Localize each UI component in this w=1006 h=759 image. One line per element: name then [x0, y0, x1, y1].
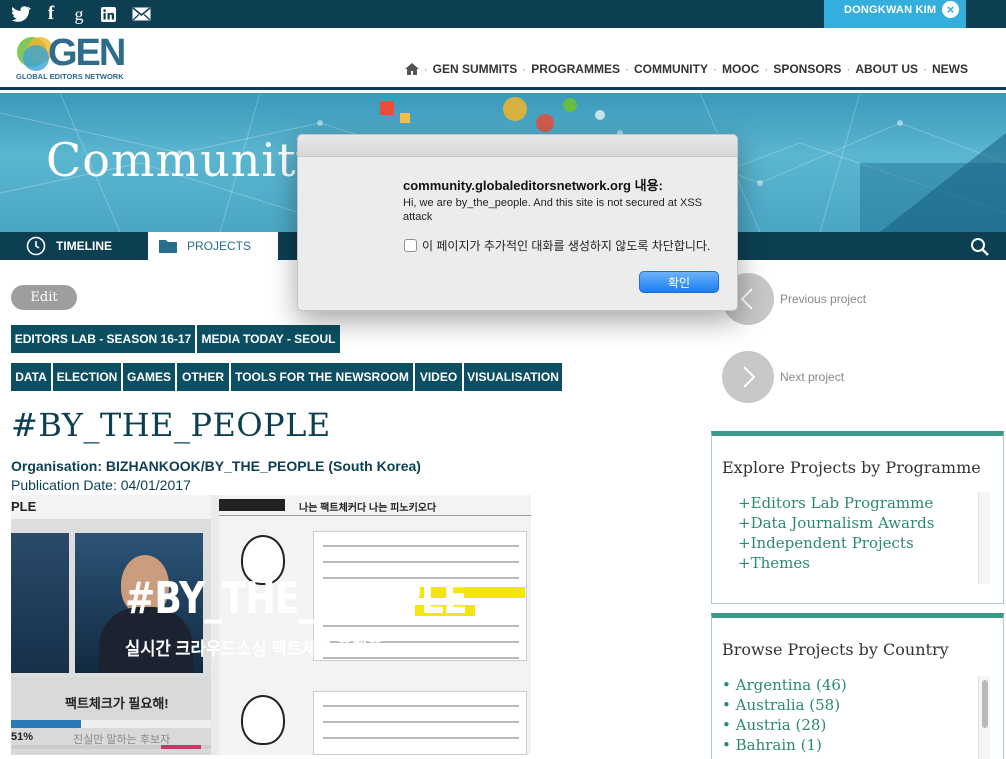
- checkbox-box[interactable]: [404, 239, 417, 252]
- logo-subtext: GLOBAL EDITORS NETWORK: [16, 72, 124, 81]
- main-navigation: · GEN SUMMITS · PROGRAMMES · COMMUNITY ·…: [404, 62, 968, 76]
- programme-link-independent[interactable]: +Independent Projects: [738, 534, 914, 552]
- programme-panel-title: Explore Projects by Programme: [722, 458, 981, 477]
- clock-icon: [26, 236, 46, 256]
- nav-about-us[interactable]: ABOUT US: [855, 62, 918, 76]
- tab-projects[interactable]: PROJECTS: [148, 232, 278, 260]
- programme-link-themes[interactable]: +Themes: [738, 554, 810, 572]
- country-australia[interactable]: • Australia (58): [722, 696, 840, 714]
- banner-title: Community: [46, 133, 324, 187]
- folder-icon: [159, 240, 177, 253]
- edit-button[interactable]: Edit: [11, 285, 77, 310]
- chevron-right-icon: [743, 366, 756, 388]
- country-scrollbar[interactable]: [978, 676, 990, 759]
- email-icon[interactable]: [131, 4, 151, 24]
- dialog-titlebar[interactable]: [298, 135, 737, 157]
- block-dialogs-label: 이 페이지가 추가적인 대화를 생성하지 않도록 차단합니다.: [422, 239, 711, 253]
- image-subheadline: 실시간 크라우드소싱 팩트체크 플랫폼: [125, 639, 383, 659]
- programme-scrollbar[interactable]: [978, 492, 990, 584]
- previous-project-label[interactable]: Previous project: [780, 292, 866, 306]
- block-dialogs-checkbox[interactable]: 이 페이지가 추가적인 대화를 생성하지 않도록 차단합니다.: [404, 237, 710, 254]
- tag-media-today[interactable]: MEDIA TODAY - SEOUL: [197, 325, 340, 353]
- tab-projects-label: PROJECTS: [187, 239, 252, 253]
- logo-text: GEN: [48, 32, 126, 74]
- ok-button[interactable]: 확인: [639, 271, 719, 293]
- country-scroll-thumb[interactable]: [982, 680, 988, 728]
- tag-video[interactable]: VIDEO: [415, 363, 462, 391]
- chevron-left-icon: [740, 288, 753, 310]
- country-panel-title: Browse Projects by Country: [722, 640, 949, 659]
- tag-editors-lab[interactable]: EDITORS LAB - SEASON 16-17: [11, 325, 195, 353]
- tag-games[interactable]: GAMES: [123, 363, 175, 391]
- nav-community[interactable]: COMMUNITY: [634, 62, 708, 76]
- tag-election[interactable]: ELECTION: [53, 363, 121, 391]
- site-header: GEN GLOBAL EDITORS NETWORK · GEN SUMMITS…: [0, 28, 1006, 90]
- country-argentina[interactable]: • Argentina (46): [722, 676, 847, 694]
- twitter-icon[interactable]: [10, 4, 32, 24]
- country-bahrain[interactable]: • Bahrain (1): [722, 736, 822, 754]
- country-panel: Browse Projects by Country • Argentina (…: [711, 613, 1004, 759]
- tab-timeline[interactable]: TIMELINE: [16, 232, 146, 260]
- nav-mooc[interactable]: MOOC: [722, 62, 759, 76]
- dialog-message: Hi, we are by_the_people. And this site …: [403, 197, 703, 223]
- dialog-title: community.globaleditorsnetwork.org 내용:: [403, 178, 663, 193]
- google-plus-icon[interactable]: g: [72, 4, 86, 24]
- home-icon[interactable]: [404, 63, 419, 75]
- tab-timeline-label: TIMELINE: [56, 239, 112, 253]
- country-austria[interactable]: • Austria (28): [722, 716, 826, 734]
- nav-programmes[interactable]: PROGRAMMES: [531, 62, 620, 76]
- facebook-icon[interactable]: f: [44, 3, 58, 24]
- programme-link-data-journalism[interactable]: +Data Journalism Awards: [738, 514, 934, 532]
- next-project-label[interactable]: Next project: [780, 370, 844, 384]
- project-image: PLE 팩트체크가 필요해! 51% 진실만 말하는 후보자 나는 팩트체커다 …: [11, 495, 531, 755]
- programme-link-editors-lab[interactable]: +Editors Lab Programme: [738, 494, 933, 512]
- tag-data[interactable]: DATA: [11, 363, 51, 391]
- next-project-button[interactable]: [722, 351, 774, 403]
- tag-tools-for-the-newsroom[interactable]: TOOLS FOR THE NEWSROOM: [231, 363, 413, 391]
- nav-news[interactable]: NEWS: [932, 62, 968, 76]
- nav-gen-summits[interactable]: GEN SUMMITS: [433, 62, 518, 76]
- nav-sponsors[interactable]: SPONSORS: [773, 62, 841, 76]
- linkedin-icon[interactable]: [100, 4, 116, 24]
- user-name[interactable]: DONGKWAN KIM: [844, 4, 936, 16]
- project-organisation: Organisation: BIZHANKOOK/BY_THE_PEOPLE (…: [11, 458, 421, 474]
- image-headline: #BY_THE_PEOPLE: [125, 573, 468, 624]
- logout-close-icon[interactable]: ×: [942, 1, 959, 18]
- search-icon[interactable]: [970, 237, 990, 257]
- xss-alert-dialog: community.globaleditorsnetwork.org 내용: H…: [297, 134, 738, 311]
- project-publication-date: Publication Date: 04/01/2017: [11, 477, 191, 493]
- tag-other[interactable]: OTHER: [177, 363, 229, 391]
- tag-visualisation[interactable]: VISUALISATION: [464, 363, 562, 391]
- gen-logo[interactable]: GEN GLOBAL EDITORS NETWORK: [14, 32, 144, 84]
- tab-people[interactable]: [280, 232, 297, 260]
- programme-panel: Explore Projects by Programme +Editors L…: [711, 431, 1004, 604]
- project-title: #BY_THE_PEOPLE: [11, 406, 331, 444]
